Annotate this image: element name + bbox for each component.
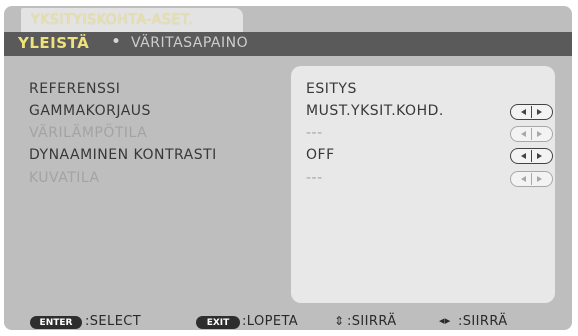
gammakorjaus-arrows[interactable] <box>510 104 553 120</box>
up-down-arrow-icon: ⇕ <box>334 314 345 328</box>
arrow-divider <box>531 150 532 162</box>
left-arrow-icon[interactable] <box>521 109 526 115</box>
setting-label-kuvatila: KUVATILA <box>29 170 100 186</box>
kuvatila-arrows <box>510 171 553 187</box>
updown-help-text: :SIIRRÄ <box>347 314 397 329</box>
osd-menu: YKSITYISKOHTA-ASET. YLEISTÄ • VÄRITASAPA… <box>4 6 572 330</box>
right-arrow-icon <box>537 176 542 182</box>
arrow-divider <box>531 106 532 118</box>
tab-separator: • <box>111 32 122 52</box>
left-right-arrow-icon: ◂▸ <box>439 314 451 327</box>
right-arrow-icon[interactable] <box>537 153 542 159</box>
tab-yleista[interactable]: YLEISTÄ <box>18 34 89 52</box>
setting-value-kuvatila: --- <box>306 170 323 186</box>
help-footer: ENTER :SELECT EXIT :LOPETA ⇕ :SIIRRÄ ◂▸ … <box>4 310 572 330</box>
tab-varitasapaino[interactable]: VÄRITASAPAINO <box>131 35 248 51</box>
right-arrow-icon <box>537 131 542 137</box>
tab-bar: YLEISTÄ • VÄRITASAPAINO <box>4 32 572 56</box>
dynaaminen-kontrasti-arrows[interactable] <box>510 148 553 164</box>
setting-value-referenssi: ESITYS <box>306 81 357 97</box>
exit-help-text: :LOPETA <box>242 314 299 329</box>
arrow-divider <box>531 173 532 185</box>
arrow-divider <box>531 128 532 140</box>
setting-label-gammakorjaus[interactable]: GAMMAKORJAUS <box>29 103 151 119</box>
left-arrow-icon[interactable] <box>521 153 526 159</box>
right-arrow-icon[interactable] <box>537 109 542 115</box>
left-arrow-icon <box>521 131 526 137</box>
menu-title: YKSITYISKOHTA-ASET. <box>31 12 194 28</box>
varilampotila-arrows <box>510 126 553 142</box>
setting-label-varilampotila: VÄRILÄMPÖTILA <box>29 125 148 141</box>
enter-key-icon: ENTER <box>30 316 82 329</box>
enter-help-text: :SELECT <box>85 314 142 329</box>
leftright-help-text: :SIIRRÄ <box>458 314 508 329</box>
setting-label-dynaaminen-kontrasti[interactable]: DYNAAMINEN KONTRASTI <box>29 147 217 163</box>
setting-value-gammakorjaus: MUST.YKSIT.KOHD. <box>306 103 444 119</box>
setting-value-varilampotila: --- <box>306 125 323 141</box>
exit-key-icon: EXIT <box>196 316 240 329</box>
setting-value-dynaaminen-kontrasti: OFF <box>306 147 335 163</box>
left-arrow-icon <box>521 176 526 182</box>
menu-title-tab: YKSITYISKOHTA-ASET. <box>21 8 243 32</box>
setting-label-referenssi[interactable]: REFERENSSI <box>29 81 120 97</box>
